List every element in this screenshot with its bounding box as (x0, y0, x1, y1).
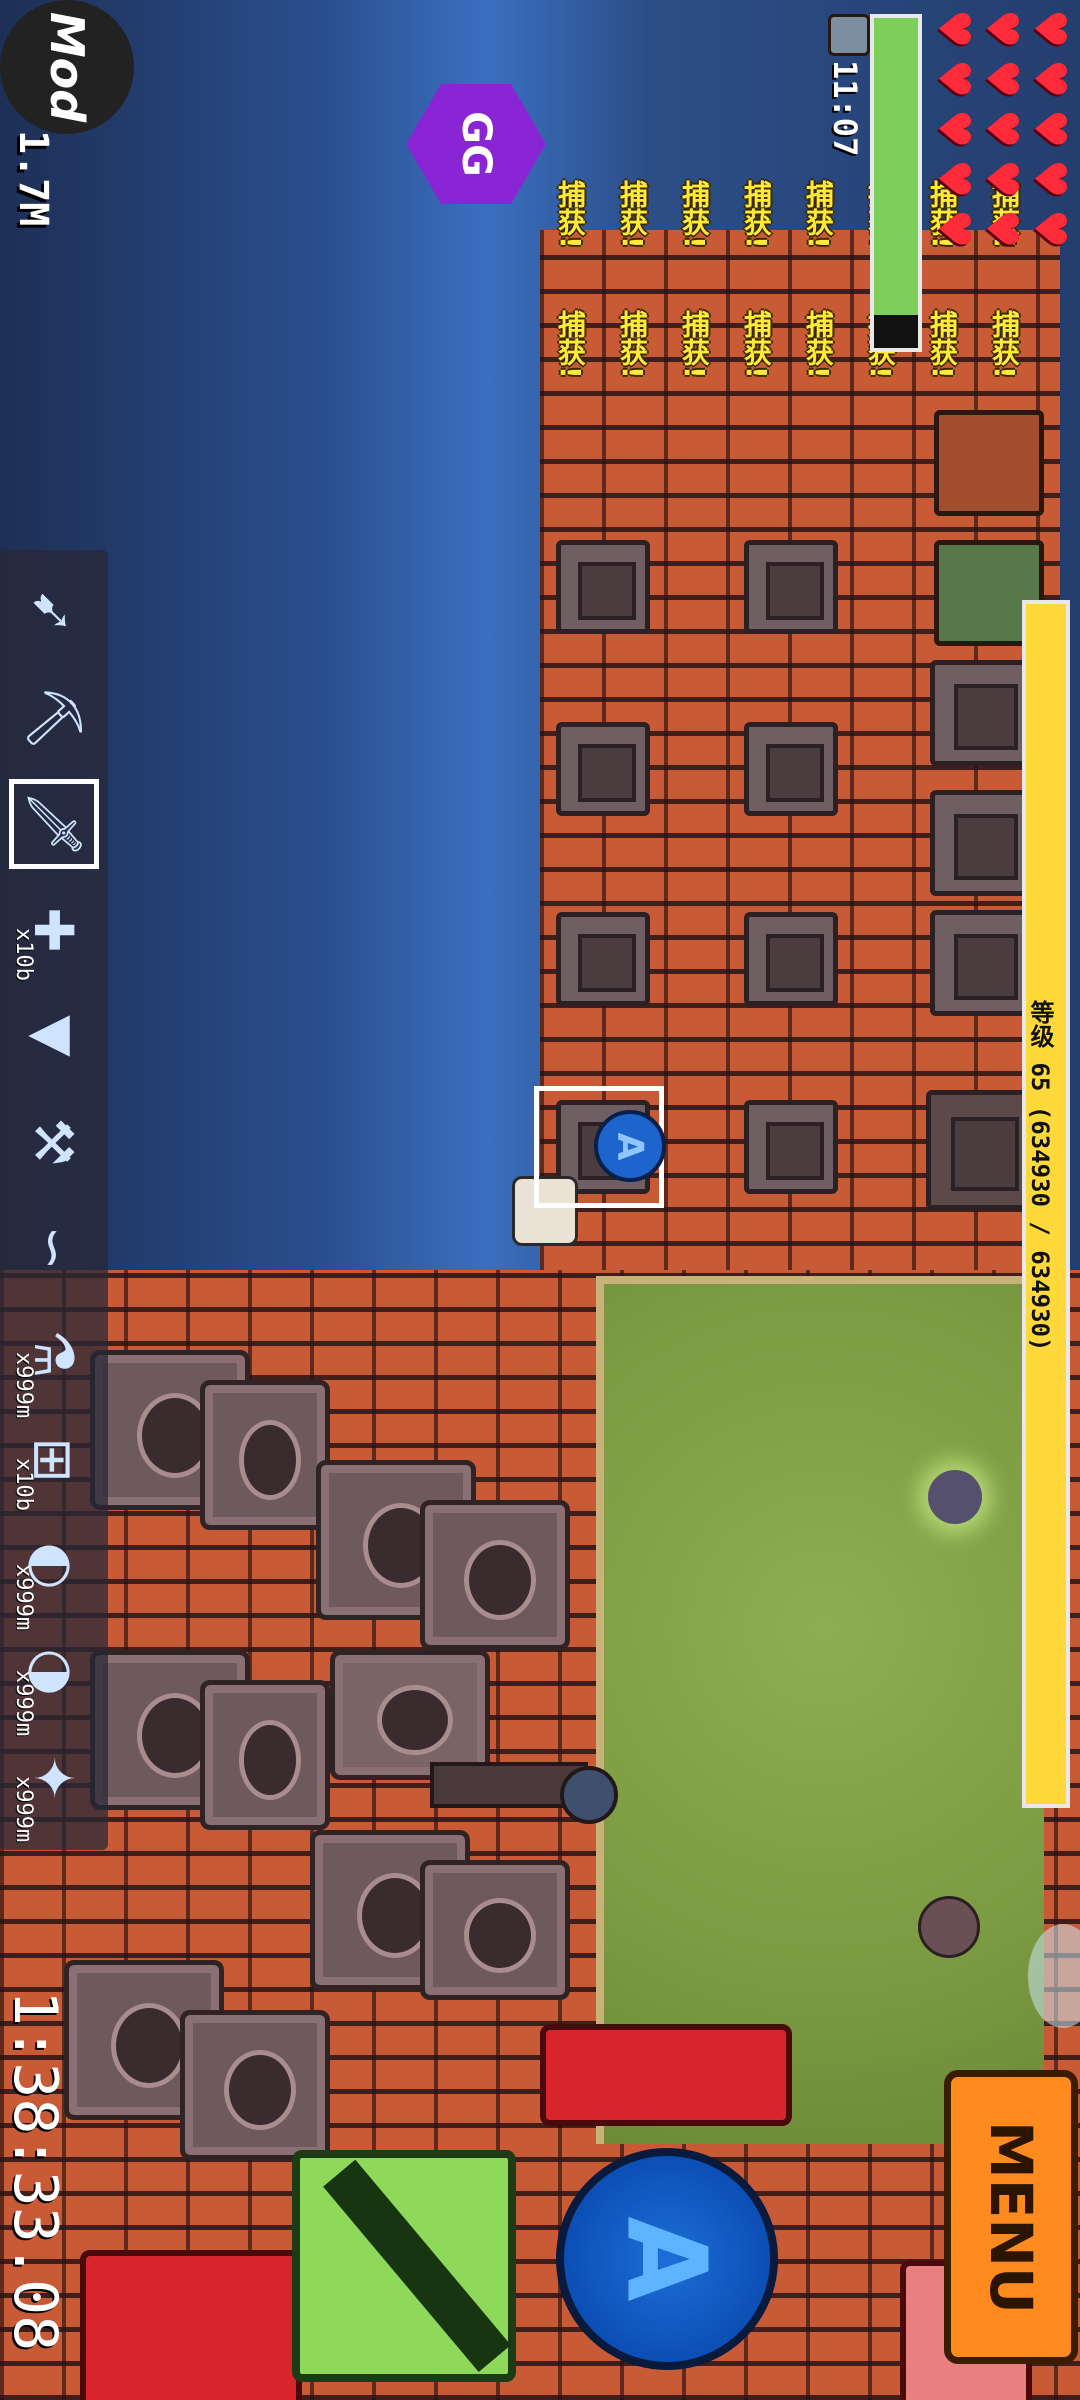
menu-button[interactable]: MENU (944, 2070, 1078, 2364)
heart-icon: ♥ (928, 109, 979, 149)
drill-icon[interactable]: ▼ (8, 990, 100, 1082)
furnace[interactable] (744, 912, 838, 1006)
catch-notice: 捕获! (616, 180, 649, 249)
hammer-icon[interactable]: ⚒ (8, 1096, 100, 1188)
shovel-icon[interactable]: ⛏ (8, 672, 100, 764)
cat-npc[interactable] (928, 1470, 982, 1524)
generator[interactable] (330, 1650, 490, 1780)
item-count: x999m (11, 1670, 36, 1737)
heart-icon: ♥ (928, 59, 979, 99)
clock-display: 11:07 (826, 60, 864, 157)
item-count: x999m (11, 1564, 36, 1631)
catch-notice: 捕获! (554, 180, 587, 249)
hp-bar-fill (874, 18, 918, 315)
heart-icon: ♥ (928, 209, 979, 249)
hotbar: ➹ ⛏ 🗡 ✚ x10b ▼ ⚒ ∽ ⚗ x999m ⊞ x10b ◐ x999m ◑ x999m ✦ x999m (0, 550, 108, 1850)
item-count: x999m (11, 1352, 36, 1419)
catch-notice: 捕获! (740, 310, 773, 379)
heart-icon: ♥ (928, 159, 979, 199)
red-machine[interactable] (540, 2024, 792, 2126)
industrial-machine[interactable] (180, 2010, 330, 2160)
catch-notice: 捕获! (802, 180, 835, 249)
creature-npc[interactable] (918, 1896, 980, 1958)
item-count: x999m (11, 1776, 36, 1843)
item-count: x10b (11, 1458, 36, 1511)
interact-a-icon[interactable]: A (594, 1110, 666, 1182)
heart-icon: ♥ (976, 9, 1027, 49)
industrial-machine[interactable] (420, 1500, 570, 1650)
swap-tool-button[interactable] (292, 2150, 516, 2382)
forge[interactable] (930, 910, 1034, 1016)
furnace[interactable] (556, 912, 650, 1006)
action-a-button[interactable]: A (556, 2148, 778, 2370)
level-text: 等级 65 (634930 / 634930) (1026, 1000, 1054, 1352)
forge[interactable] (930, 660, 1034, 766)
furnace[interactable] (556, 722, 650, 816)
health-hearts: ♥ ♥ ♥ ♥ ♥ ♥ ♥ ♥ ♥ ♥ ♥ ♥ ♥ ♥ ♥ (928, 8, 1075, 368)
game-screen: { "hud": { "mod_badge": "Mod", "money": … (0, 0, 1080, 2400)
inventory-chest-icon[interactable] (828, 14, 870, 56)
sword-icon[interactable]: 🗡 (8, 778, 100, 870)
catch-notice: 捕获! (678, 310, 711, 379)
industrial-machine[interactable] (200, 1380, 330, 1530)
furnace[interactable] (744, 722, 838, 816)
heart-icon: ♥ (1024, 109, 1075, 149)
bow-icon[interactable]: ➹ (8, 566, 100, 658)
forge[interactable] (930, 790, 1034, 896)
heart-icon: ♥ (1024, 159, 1075, 199)
item-count: x10b (11, 928, 36, 981)
workbench[interactable] (926, 1090, 1036, 1210)
heart-icon: ♥ (976, 109, 1027, 149)
red-machine[interactable] (80, 2250, 302, 2400)
pipe-knob (560, 1766, 618, 1824)
gg-button[interactable]: GG (406, 84, 546, 204)
play-timer: 1:38:33.08 (0, 1990, 70, 2352)
grass-field (596, 1276, 1044, 2144)
furnace[interactable] (744, 1100, 838, 1194)
heart-icon: ♥ (928, 9, 979, 49)
industrial-machine[interactable] (420, 1860, 570, 2000)
money-counter: 1.7M (10, 130, 56, 227)
mod-badge[interactable]: Mod (0, 0, 134, 134)
heart-icon: ♥ (976, 209, 1027, 249)
furnace[interactable] (744, 540, 838, 634)
storage-chest[interactable] (934, 410, 1044, 516)
fishing-rod-icon[interactable]: ∽ (8, 1202, 100, 1294)
heart-icon: ♥ (1024, 59, 1075, 99)
furnace[interactable] (556, 540, 650, 634)
heart-icon: ♥ (976, 159, 1027, 199)
hp-bar (870, 14, 922, 352)
heart-icon: ♥ (1024, 209, 1075, 249)
catch-notice: 捕获! (554, 310, 587, 379)
catch-notice: 捕获! (802, 310, 835, 379)
heart-icon: ♥ (1024, 9, 1075, 49)
heart-icon: ♥ (976, 59, 1027, 99)
industrial-machine[interactable] (200, 1680, 330, 1830)
catch-notice: 捕获! (616, 310, 649, 379)
catch-notice: 捕获! (678, 180, 711, 249)
catch-notice: 捕获! (740, 180, 773, 249)
